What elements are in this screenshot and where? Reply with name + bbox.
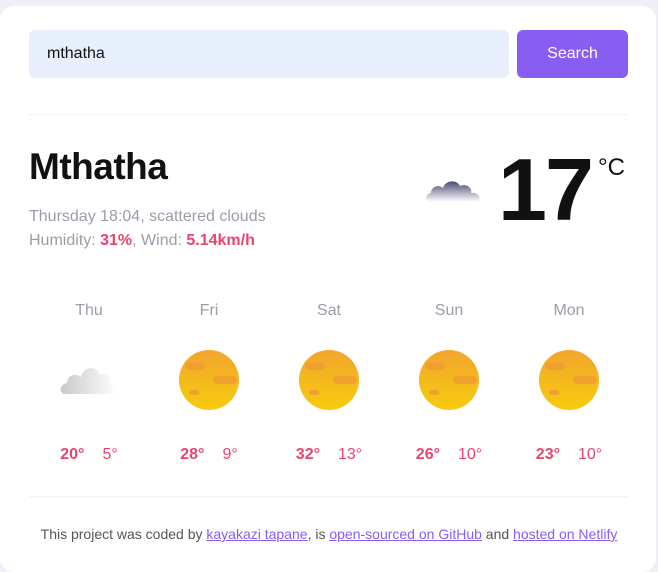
github-link[interactable]: open-sourced on GitHub [329,526,482,542]
forecast-day: Mon 23° 10° [509,296,629,476]
forecast-max: 23° [535,446,560,463]
forecast-temps: 28° 9° [149,446,269,464]
forecast-day: Fri 28° 9° [149,296,269,476]
datetime: Thursday 18:04 [29,208,141,225]
humidity-value: 31% [100,232,133,249]
forecast-day: Sat 32° 13° [269,296,389,476]
top-divider [29,114,628,115]
forecast-min: 10° [578,446,603,463]
forecast-day-name: Sun [434,302,464,319]
forecast-max: 26° [415,446,440,463]
forecast-day-name: Sat [316,302,341,319]
forecast-max: 32° [295,446,320,463]
forecast-min: 10° [458,446,483,463]
forecast-temps: 23° 10° [509,446,629,464]
forecast-day-name: Thu [75,302,103,319]
forecast-min: 5° [102,446,118,463]
search-form: Search [29,30,628,78]
city-name: Mthatha [29,146,168,187]
forecast-temps: 20° 5° [29,446,149,464]
forecast-max: 20° [60,446,85,463]
forecast-day-name: Mon [553,302,585,319]
search-button[interactable]: Search [517,30,628,78]
forecast-row: Thu 20° 5° Fri 28° 9° Sat 32° 13° Sun 26… [29,296,629,476]
footer: This project was coded by kayakazi tapan… [40,526,618,542]
forecast-day-name: Fri [199,302,219,319]
forecast-min: 9° [222,446,238,463]
humidity-wind-line: Humidity: 31%, Wind: 5.14km/h [29,232,255,249]
weather-card [0,6,656,572]
current-details: Thursday 18:04, scattered clouds Humidit… [29,205,266,253]
scattered-clouds-icon [425,170,485,206]
search-input[interactable] [29,30,509,78]
sun-icon [179,350,239,410]
cloud-icon [59,350,119,410]
forecast-max: 28° [180,446,205,463]
forecast-day: Sun 26° 10° [389,296,509,476]
date-description-line: Thursday 18:04, scattered clouds [29,208,266,225]
author-link[interactable]: kayakazi tapane [206,526,307,542]
forecast-min: 13° [338,446,363,463]
forecast-temps: 26° 10° [389,446,509,464]
temperature-unit: °C [598,154,625,181]
wind-value: 5.14km/h [186,232,255,249]
forecast-day: Thu 20° 5° [29,296,149,476]
forecast-temps: 32° 13° [269,446,389,464]
netlify-link[interactable]: hosted on Netlify [513,526,617,542]
current-temperature: 17 [498,140,594,239]
bottom-divider [29,496,628,497]
weather-description: scattered clouds [149,208,266,225]
sun-icon [299,350,359,410]
sun-icon [539,350,599,410]
sun-icon [419,350,479,410]
